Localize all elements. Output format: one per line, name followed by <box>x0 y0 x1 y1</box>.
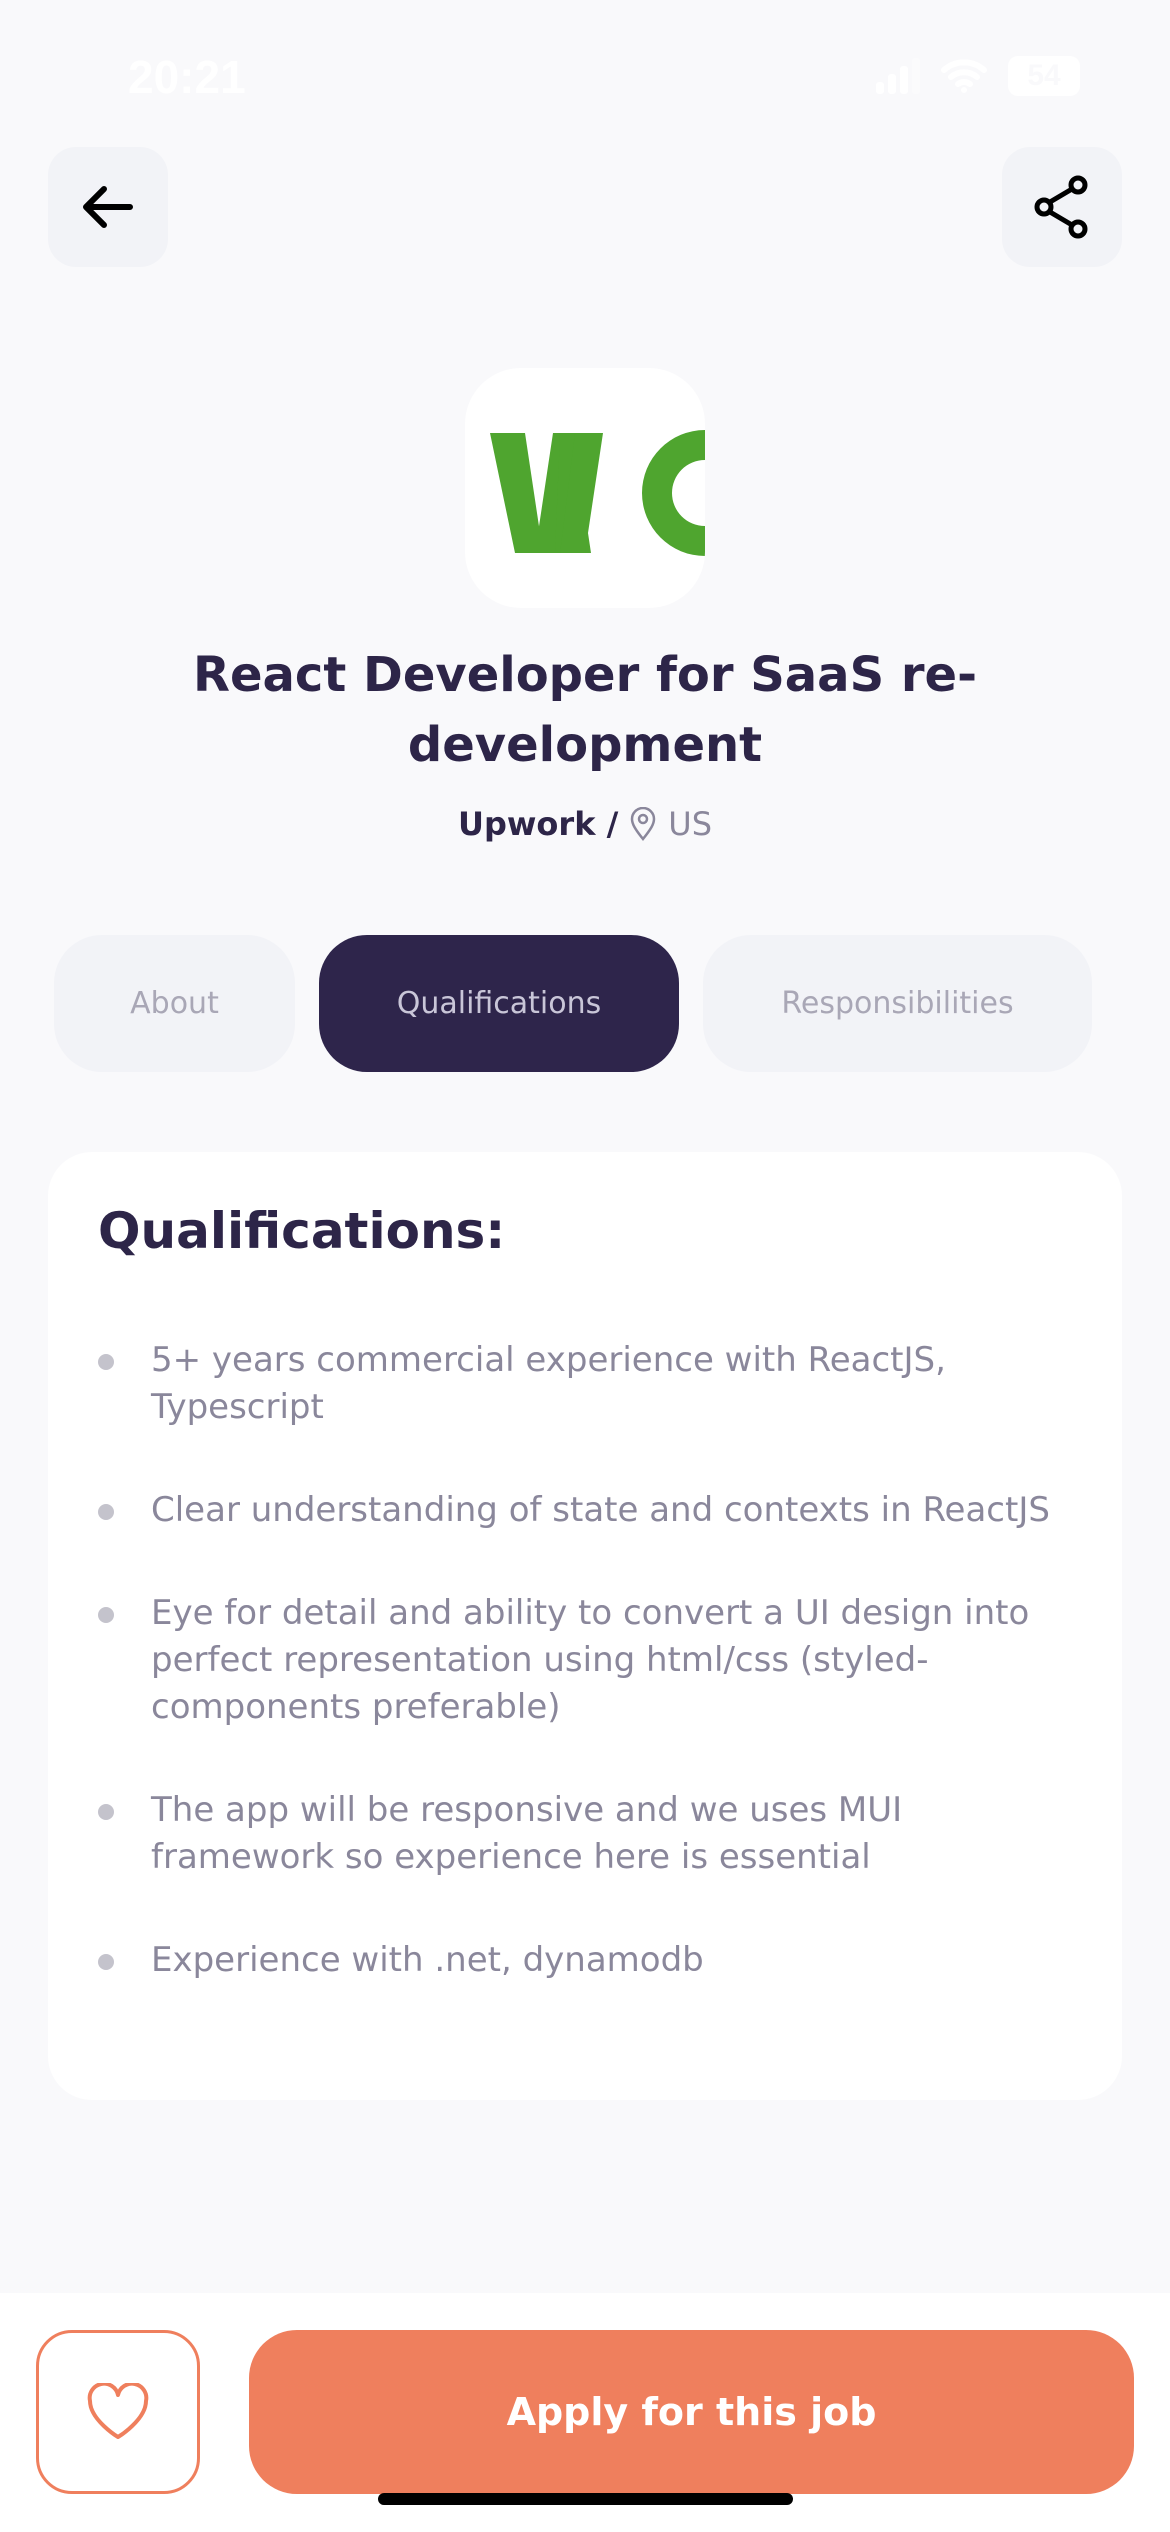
wifi-icon <box>941 59 987 93</box>
tab-qualifications[interactable]: Qualifications <box>319 935 679 1072</box>
heart-icon <box>87 2383 149 2439</box>
battery-icon: 54 <box>1008 56 1080 96</box>
signal-icon <box>876 58 920 94</box>
status-bar: 20:21 54 <box>0 50 1170 110</box>
share-button[interactable] <box>1002 147 1122 267</box>
qualifications-card: Qualifications: 5+ years commercial expe… <box>48 1152 1122 2100</box>
status-time: 20:21 <box>128 51 246 103</box>
back-button[interactable] <box>48 147 168 267</box>
tab-responsibilities[interactable]: Responsibilities <box>703 935 1092 1072</box>
company-name: Upwork / <box>457 805 619 843</box>
bullet-icon <box>98 1954 114 1970</box>
location: US <box>668 805 713 843</box>
job-title: React Developer for SaaS re-development <box>192 647 977 773</box>
section-heading: Qualifications: <box>98 1202 506 1260</box>
list-item: Experience with .net, dynamodb <box>98 1937 1078 1984</box>
home-indicator <box>378 2493 793 2505</box>
list-item: Eye for detail and ability to convert a … <box>98 1590 1078 1731</box>
apply-button[interactable]: Apply for this job <box>249 2330 1134 2494</box>
qualifications-list: 5+ years commercial experience with Reac… <box>98 1337 1078 2040</box>
share-icon <box>1034 175 1088 239</box>
bullet-icon <box>98 1607 114 1623</box>
bullet-icon <box>98 1804 114 1820</box>
job-meta: Upwork / US <box>0 805 1170 843</box>
bullet-icon <box>98 1504 114 1520</box>
location-pin-icon <box>631 807 656 841</box>
tab-about[interactable]: About <box>54 935 295 1072</box>
list-item: The app will be responsive and we uses M… <box>98 1787 1078 1881</box>
bullet-icon <box>98 1354 114 1370</box>
favorite-button[interactable] <box>36 2330 200 2494</box>
list-item: 5+ years commercial experience with Reac… <box>98 1337 1078 1431</box>
company-logo <box>465 368 705 608</box>
list-item: Clear understanding of state and context… <box>98 1487 1078 1534</box>
arrow-left-icon <box>83 186 133 228</box>
